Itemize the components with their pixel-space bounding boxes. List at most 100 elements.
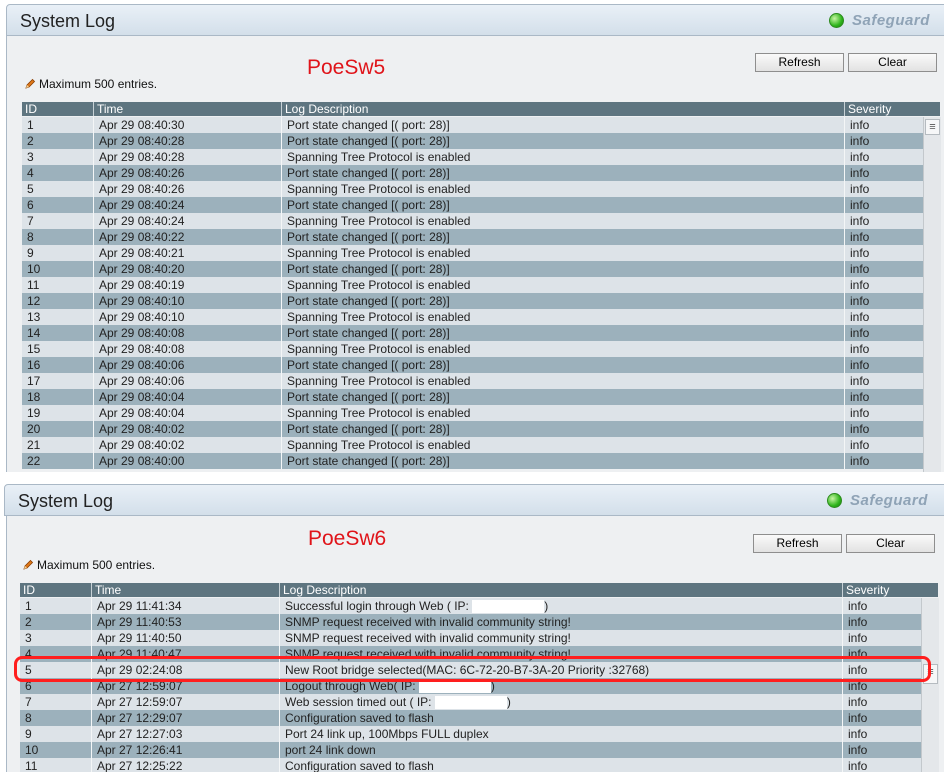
table-row: 4 Apr 29 08:40:26 Port state changed [( po… <box>22 165 940 181</box>
log-description-cell: Port state changed [( port: 28)] <box>282 453 845 469</box>
log-time-cell: Apr 29 08:40:04 <box>94 389 282 405</box>
log-time-cell: Apr 29 08:40:26 <box>94 165 282 181</box>
log-id-cell: 11 <box>20 758 92 772</box>
table-row: 2 Apr 29 08:40:28 Port state changed [( po… <box>22 133 940 149</box>
table-row: 13 Apr 29 08:40:10 Spanning Tree Protocol … <box>22 309 940 325</box>
log-time-cell: Apr 29 08:40:10 <box>94 309 282 325</box>
refresh-button[interactable]: Refresh <box>755 53 844 72</box>
log-description-tail: ) <box>544 599 549 613</box>
log-time-cell: Apr 27 12:26:41 <box>92 742 280 758</box>
table-row: 18 Apr 29 08:40:04 Port state changed [( p… <box>22 389 940 405</box>
log-time-cell: Apr 29 08:40:06 <box>94 357 282 373</box>
max-entries-text: Maximum 500 entries. <box>37 558 156 572</box>
column-header-time: Time <box>94 102 282 116</box>
safeguard-label: Safeguard <box>852 12 930 29</box>
log-time-cell: Apr 27 12:59:07 <box>92 694 280 710</box>
table-row: 5 Apr 29 08:40:26 Spanning Tree Protocol i… <box>22 181 940 197</box>
table-row: 22 Apr 29 08:40:00 Port state changed [( p… <box>22 453 940 469</box>
log-time-cell: Apr 29 08:40:19 <box>94 277 282 293</box>
log-time-cell: Apr 29 08:40:06 <box>94 373 282 389</box>
refresh-button[interactable]: Refresh <box>753 534 842 553</box>
status-indicator-icon <box>827 493 842 508</box>
title-bar: System Log Safeguard <box>4 484 944 516</box>
log-id-cell: 5 <box>22 181 94 197</box>
log-description-cell: Web session timed out ( IP: ) <box>280 694 843 710</box>
column-header-severity: Severity <box>848 102 892 116</box>
column-header-time: Time <box>92 583 280 597</box>
table-row: 1 Apr 29 08:40:30 Port state changed [( po… <box>22 117 940 133</box>
table-row: 3 Apr 29 08:40:28 Spanning Tree Protocol i… <box>22 149 940 165</box>
log-id-cell: 14 <box>22 325 94 341</box>
max-entries-text: Maximum 500 entries. <box>39 77 158 91</box>
table-row: 6 Apr 27 12:59:07 Logout through Web( IP: … <box>20 678 938 694</box>
column-header-description: Log Description <box>282 102 845 116</box>
log-description-cell: Port state changed [( port: 28)] <box>282 389 845 405</box>
log-description-cell: port 24 link down <box>280 742 843 758</box>
log-id-cell: 8 <box>20 710 92 726</box>
log-table: ID Time Log Description Severity 1 Apr 29… <box>22 102 941 472</box>
table-header: ID Time Log Description Severity <box>22 102 940 116</box>
log-time-cell: Apr 29 08:40:00 <box>94 453 282 469</box>
log-id-cell: 2 <box>22 133 94 149</box>
log-time-cell: Apr 29 08:40:08 <box>94 325 282 341</box>
log-description-cell: Port state changed [( port: 28)] <box>282 117 845 133</box>
log-time-cell: Apr 27 12:29:07 <box>92 710 280 726</box>
log-description-cell: SNMP request received with invalid commu… <box>280 646 843 662</box>
log-description-cell: Configuration saved to flash <box>280 758 843 772</box>
log-id-cell: 2 <box>20 614 92 630</box>
redacted-ip <box>434 696 507 710</box>
log-id-cell: 11 <box>22 277 94 293</box>
log-description-cell: Port state changed [( port: 28)] <box>282 293 845 309</box>
log-time-cell: Apr 27 12:25:22 <box>92 758 280 772</box>
log-id-cell: 21 <box>22 437 94 453</box>
log-id-cell: 4 <box>22 165 94 181</box>
column-header-id: ID <box>22 102 94 116</box>
log-id-cell: 20 <box>22 421 94 437</box>
log-description-cell: Successful login through Web ( IP: ) <box>280 598 843 614</box>
log-description-cell: Port state changed [( port: 28)] <box>282 133 845 149</box>
switch-name-annotation: PoeSw5 <box>307 56 386 79</box>
log-time-cell: Apr 29 08:40:24 <box>94 197 282 213</box>
log-description-cell: Port state changed [( port: 28)] <box>282 197 845 213</box>
scrollbar[interactable]: ≡ <box>923 117 941 472</box>
scroll-thumb[interactable]: ≡ <box>923 664 938 684</box>
log-time-cell: Apr 29 08:40:22 <box>94 229 282 245</box>
table-row: 8 Apr 29 08:40:22 Port state changed [( po… <box>22 229 940 245</box>
log-time-cell: Apr 27 12:27:03 <box>92 726 280 742</box>
log-description-cell: SNMP request received with invalid commu… <box>280 630 843 646</box>
log-id-cell: 22 <box>22 453 94 469</box>
log-time-cell: Apr 29 08:40:30 <box>94 117 282 133</box>
log-id-cell: 1 <box>22 117 94 133</box>
log-description-cell: Spanning Tree Protocol is enabled <box>282 245 845 261</box>
log-time-cell: Apr 29 08:40:28 <box>94 149 282 165</box>
clear-button[interactable]: Clear <box>846 534 935 553</box>
log-description-cell: Spanning Tree Protocol is enabled <box>282 213 845 229</box>
page-title: System Log <box>18 491 114 511</box>
log-description-cell: Port state changed [( port: 28)] <box>282 261 845 277</box>
log-id-cell: 16 <box>22 357 94 373</box>
log-time-cell: Apr 29 08:40:04 <box>94 405 282 421</box>
table-row: 12 Apr 29 08:40:10 Port state changed [( p… <box>22 293 940 309</box>
log-time-cell: Apr 29 08:40:24 <box>94 213 282 229</box>
log-description-cell: Spanning Tree Protocol is enabled <box>282 149 845 165</box>
log-id-cell: 17 <box>22 373 94 389</box>
log-time-cell: Apr 29 08:40:21 <box>94 245 282 261</box>
table-row: 16 Apr 29 08:40:06 Port state changed [( p… <box>22 357 940 373</box>
log-time-cell: Apr 29 08:40:10 <box>94 293 282 309</box>
scroll-thumb[interactable]: ≡ <box>925 119 940 135</box>
log-description-cell: Spanning Tree Protocol is enabled <box>282 437 845 453</box>
log-table: ID Time Log Description Severity 1 Apr 29… <box>20 583 939 772</box>
log-id-cell: 6 <box>20 678 92 694</box>
scrollbar[interactable]: ≡ <box>921 598 939 772</box>
max-entries-note: Maximum 500 entries. <box>22 558 155 572</box>
log-description-text: Web session timed out ( IP: <box>285 695 432 709</box>
clear-button[interactable]: Clear <box>848 53 937 72</box>
log-id-cell: 10 <box>22 261 94 277</box>
log-description-cell: Configuration saved to flash <box>280 710 843 726</box>
log-time-cell: Apr 29 02:24:08 <box>92 662 280 678</box>
table-row: 17 Apr 29 08:40:06 Spanning Tree Protocol … <box>22 373 940 389</box>
column-header-severity: Severity <box>846 583 890 597</box>
log-time-cell: Apr 29 11:40:50 <box>92 630 280 646</box>
log-id-cell: 19 <box>22 405 94 421</box>
safeguard-label: Safeguard <box>850 492 928 509</box>
